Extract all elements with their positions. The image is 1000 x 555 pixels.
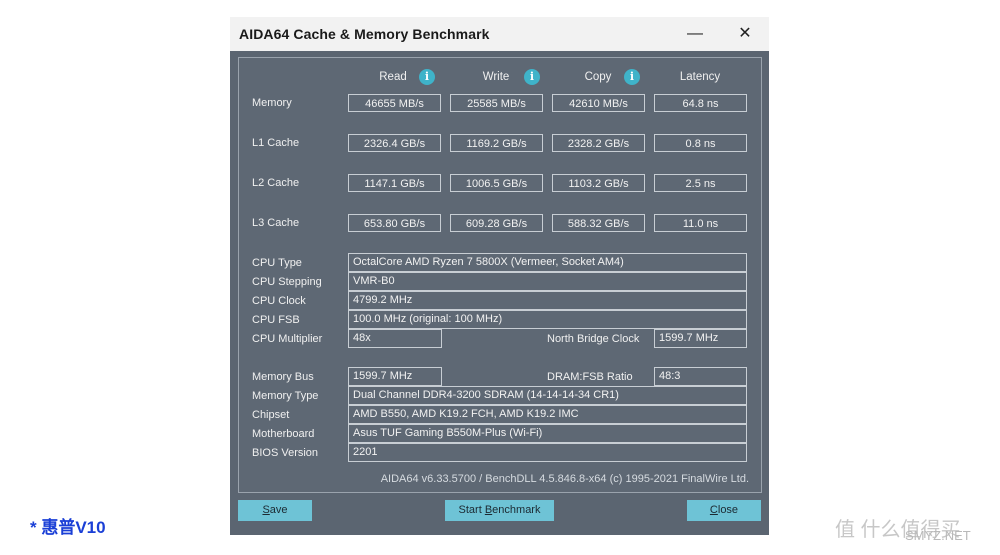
header-latency: Latency xyxy=(679,71,721,83)
cpu-type-label: CPU Type xyxy=(252,257,302,269)
row-label-l3: L3 Cache xyxy=(252,217,300,229)
bios-label: BIOS Version xyxy=(252,447,319,459)
save-label: ave xyxy=(269,504,288,516)
minimize-button[interactable]: — xyxy=(678,21,712,47)
motherboard-value: Asus TUF Gaming B550M-Plus (Wi-Fi) xyxy=(348,424,747,443)
window-title: AIDA64 Cache & Memory Benchmark xyxy=(239,26,490,42)
save-mnemonic: S xyxy=(262,504,270,516)
header-copy: Copy xyxy=(584,71,612,83)
l3-read: 653.80 GB/s xyxy=(348,214,441,232)
l1-latency: 0.8 ns xyxy=(654,134,747,152)
benchmark-panel: Read i Write i Copy i Latency Memory 466… xyxy=(238,57,762,493)
close-button[interactable]: Close xyxy=(687,500,761,521)
l2-copy: 1103.2 GB/s xyxy=(552,174,645,192)
copyright-footer: AIDA64 v6.33.5700 / BenchDLL 4.5.846.8-x… xyxy=(380,473,749,485)
cpu-multiplier-value: 48x xyxy=(348,329,442,348)
memory-type-label: Memory Type xyxy=(252,390,319,402)
l3-write: 609.28 GB/s xyxy=(450,214,543,232)
memory-copy: 42610 MB/s xyxy=(552,94,645,112)
motherboard-label: Motherboard xyxy=(252,428,315,440)
cpu-clock-value: 4799.2 MHz xyxy=(348,291,747,310)
nb-clock-label: North Bridge Clock xyxy=(547,333,640,345)
l1-read: 2326.4 GB/s xyxy=(348,134,441,152)
close-mnemonic: C xyxy=(709,504,718,516)
cpu-stepping-label: CPU Stepping xyxy=(252,276,322,288)
l2-read: 1147.1 GB/s xyxy=(348,174,441,192)
memory-type-value: Dual Channel DDR4-3200 SDRAM (14-14-14-3… xyxy=(348,386,747,405)
row-label-l2: L2 Cache xyxy=(252,177,300,189)
l1-copy: 2328.2 GB/s xyxy=(552,134,645,152)
cpu-type-value: OctalCore AMD Ryzen 7 5800X (Vermeer, So… xyxy=(348,253,747,272)
cpu-multiplier-label: CPU Multiplier xyxy=(252,333,323,345)
cpu-clock-label: CPU Clock xyxy=(252,295,306,307)
dram-ratio-label: DRAM:FSB Ratio xyxy=(547,371,633,383)
cpu-fsb-value: 100.0 MHz (original: 100 MHz) xyxy=(348,310,747,329)
cpu-fsb-label: CPU FSB xyxy=(252,314,300,326)
l3-latency: 11.0 ns xyxy=(654,214,747,232)
save-button[interactable]: Save xyxy=(238,500,312,521)
watermark-url: SMYZ.NET xyxy=(905,528,971,543)
memory-read: 46655 MB/s xyxy=(348,94,441,112)
write-info-icon[interactable]: i xyxy=(524,69,540,85)
copy-info-icon[interactable]: i xyxy=(624,69,640,85)
close-window-button[interactable]: ✕ xyxy=(728,21,762,47)
start-label-pre: Start xyxy=(458,504,485,516)
header-read: Read xyxy=(379,71,407,83)
close-label: lose xyxy=(717,504,739,516)
read-info-icon[interactable]: i xyxy=(419,69,435,85)
nb-clock-value: 1599.7 MHz xyxy=(654,329,747,348)
title-bar: AIDA64 Cache & Memory Benchmark — ✕ xyxy=(230,17,769,51)
memory-bus-label: Memory Bus xyxy=(252,371,314,383)
l3-copy: 588.32 GB/s xyxy=(552,214,645,232)
watermark-caption: * 惠普V10 xyxy=(30,518,106,537)
memory-write: 25585 MB/s xyxy=(450,94,543,112)
chipset-value: AMD B550, AMD K19.2 FCH, AMD K19.2 IMC xyxy=(348,405,747,424)
header-write: Write xyxy=(482,71,510,83)
memory-bus-value: 1599.7 MHz xyxy=(348,367,442,386)
l2-write: 1006.5 GB/s xyxy=(450,174,543,192)
bios-value: 2201 xyxy=(348,443,747,462)
dram-ratio-value: 48:3 xyxy=(654,367,747,386)
start-benchmark-button[interactable]: Start Benchmark xyxy=(445,500,554,521)
l2-latency: 2.5 ns xyxy=(654,174,747,192)
l1-write: 1169.2 GB/s xyxy=(450,134,543,152)
benchmark-window: AIDA64 Cache & Memory Benchmark — ✕ Read… xyxy=(230,17,769,535)
chipset-label: Chipset xyxy=(252,409,290,421)
start-label-rest: enchmark xyxy=(492,504,541,516)
cpu-stepping-value: VMR-B0 xyxy=(348,272,747,291)
row-label-l1: L1 Cache xyxy=(252,137,300,149)
memory-latency: 64.8 ns xyxy=(654,94,747,112)
row-label-memory: Memory xyxy=(252,97,292,109)
